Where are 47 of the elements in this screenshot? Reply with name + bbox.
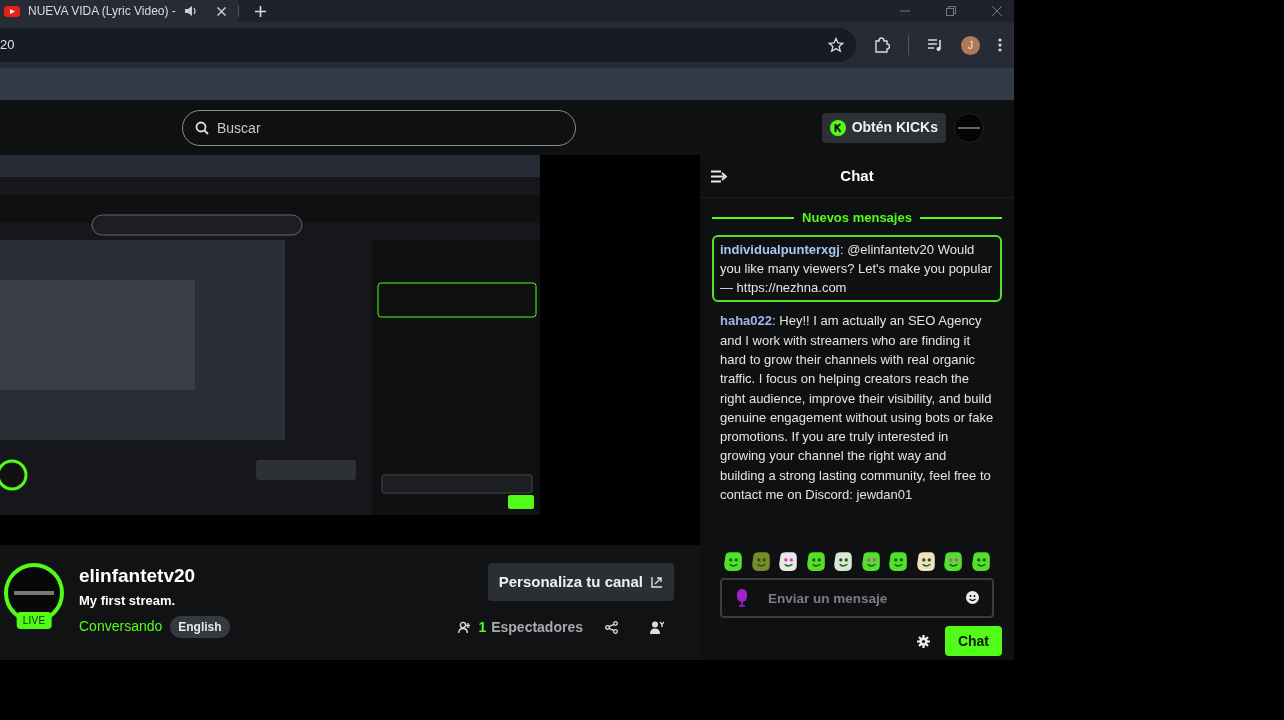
viewer-label: Espectadores [491,618,583,637]
emote-icon[interactable] [914,550,937,572]
chat-message: individualpunterxgj: @elinfantetv20 Would you like many viewers? Let's make you popular — https://nezhna.com [712,234,1002,303]
kicks-button[interactable]: Obtén KICKs [821,112,946,143]
emote-icon[interactable] [832,550,855,572]
collapse-chat-icon[interactable] [711,169,728,183]
message-input[interactable]: Enviar un mensaje [720,578,994,618]
follow-user-icon[interactable] [650,621,664,634]
category-link[interactable]: Conversando [79,616,163,637]
customize-channel-button[interactable]: Personaliza tu canal [487,563,674,601]
send-chat-button[interactable]: Chat [944,626,1002,656]
emote-icon[interactable] [859,550,882,572]
video-site-icon [4,5,20,17]
settings-icon[interactable] [916,634,930,648]
chat-message: haha022: Hey!! I am actually an SEO Agency and I work with streamers who are finding it hard to grow their channels with real organic traffic. I focus on helping creators reach the right audience, improve their visibility, and build genuine engagement without using bots or fake promotions. If you are truly interested in growing your channel the right way and building a strong lasting community, feel free to contact me on Discord: jewdan01 [719,312,995,505]
share-icon[interactable] [605,621,618,634]
viewers-icon [458,621,473,634]
restore-icon[interactable] [946,6,956,16]
emote-icon[interactable] [942,550,965,572]
speaker-icon[interactable] [183,5,197,17]
coin-icon [829,119,846,136]
viewer-count: 1 [478,618,487,637]
new-messages-divider-label: Nuevos mensajes [801,209,913,227]
language-tag[interactable]: English [170,615,230,638]
new-tab-icon[interactable] [254,5,266,17]
emote-icon[interactable] [969,550,992,572]
microphone-icon[interactable] [737,589,747,607]
search-field[interactable]: Buscar [182,109,576,146]
puzzle-icon[interactable] [874,37,890,53]
live-badge: LIVE [16,612,52,629]
close-icon[interactable] [992,6,1002,16]
star-icon[interactable] [828,37,844,53]
stream-title: My first stream. [79,592,177,610]
emoji-icon[interactable] [966,591,979,604]
menu-icon[interactable] [998,38,1002,52]
user-avatar[interactable] [954,112,984,143]
chat-title: Chat [839,165,875,186]
address-bar[interactable]: 20 [0,28,856,62]
emote-icon[interactable] [804,550,827,572]
playlist-icon[interactable] [927,38,943,52]
external-link-icon [651,576,663,588]
emote-icon[interactable] [777,550,800,572]
channel-name[interactable]: elinfantetv20 [79,563,230,589]
close-tab-icon[interactable] [216,6,226,16]
emote-icon[interactable] [722,550,744,572]
emote-icon[interactable] [887,550,910,572]
search-icon [195,120,209,135]
